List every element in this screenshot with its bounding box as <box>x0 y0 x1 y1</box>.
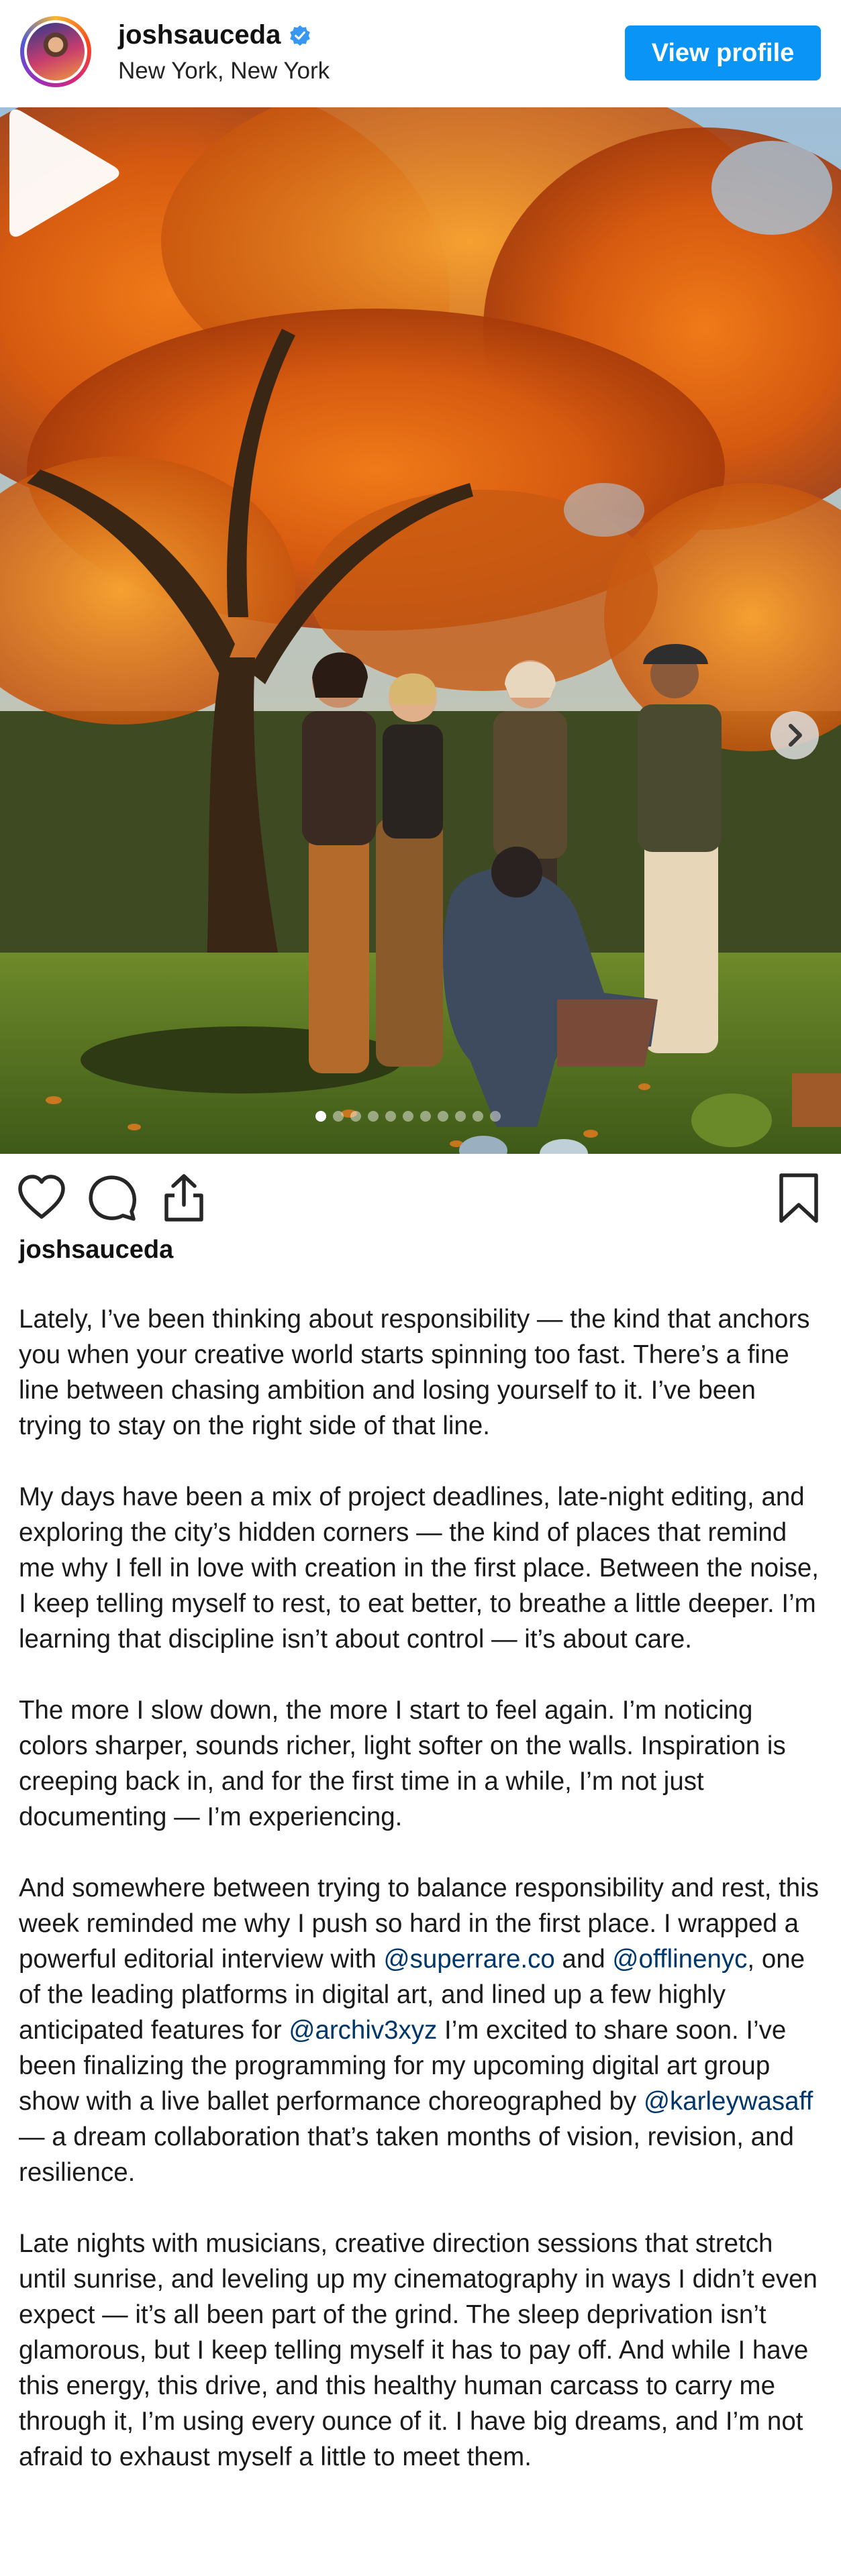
action-bar <box>0 1154 841 1248</box>
avatar-frame <box>24 20 87 83</box>
carousel-dot <box>420 1111 431 1122</box>
carousel-dot <box>438 1111 448 1122</box>
next-slide-button[interactable] <box>771 711 819 759</box>
carousel-dot <box>333 1111 344 1122</box>
mention-link[interactable]: @offlinenyc <box>612 1945 747 1974</box>
carousel-dot <box>385 1111 396 1122</box>
caption-paragraph-4: And somewhere between trying to balance … <box>19 1870 824 2190</box>
carousel-dot <box>368 1111 379 1122</box>
caption-paragraph-2: My days have been a mix of project deadl… <box>19 1483 819 1654</box>
caption-text: and <box>554 1945 613 1974</box>
carousel-dot <box>315 1111 326 1122</box>
username-link[interactable]: joshsauceda <box>118 20 281 50</box>
carousel-indicator <box>315 1111 501 1122</box>
avatar[interactable] <box>20 16 91 87</box>
post-media[interactable] <box>0 107 841 1154</box>
caption-paragraph-5: Late nights with musicians, creative dir… <box>19 2229 818 2471</box>
play-icon[interactable] <box>0 107 121 239</box>
carousel-dot <box>350 1111 361 1122</box>
location-link[interactable]: New York, New York <box>118 58 330 85</box>
media-image <box>0 107 841 1154</box>
caption-paragraph-1: Lately, I’ve been thinking about respons… <box>19 1305 810 1440</box>
mention-link[interactable]: @superrare.co <box>384 1945 555 1974</box>
caption-username[interactable]: joshsauceda <box>19 1236 173 1265</box>
chevron-right-icon <box>789 724 802 747</box>
carousel-dot <box>490 1111 501 1122</box>
avatar-image <box>27 23 85 80</box>
share-icon[interactable] <box>157 1171 211 1225</box>
caption-text: — a dream collaboration that’s taken mon… <box>19 2123 794 2187</box>
carousel-dot <box>455 1111 466 1122</box>
caption-paragraph-3: The more I slow down, the more I start t… <box>19 1696 786 1831</box>
username-row: joshsauceda <box>118 20 311 50</box>
post-caption: Lately, I’ve been thinking about respons… <box>19 1301 824 2510</box>
carousel-dot <box>473 1111 483 1122</box>
verified-badge-icon <box>290 25 311 46</box>
comment-icon[interactable] <box>86 1171 140 1225</box>
mention-link[interactable]: @karleywasaff <box>644 2087 813 2116</box>
heart-icon[interactable] <box>15 1171 68 1225</box>
carousel-dot <box>403 1111 413 1122</box>
view-profile-button[interactable]: View profile <box>625 25 821 80</box>
post-header: joshsauceda New York, New York View prof… <box>0 0 841 107</box>
bookmark-icon[interactable] <box>772 1171 826 1225</box>
mention-link[interactable]: @archiv3xyz <box>289 2016 437 2045</box>
